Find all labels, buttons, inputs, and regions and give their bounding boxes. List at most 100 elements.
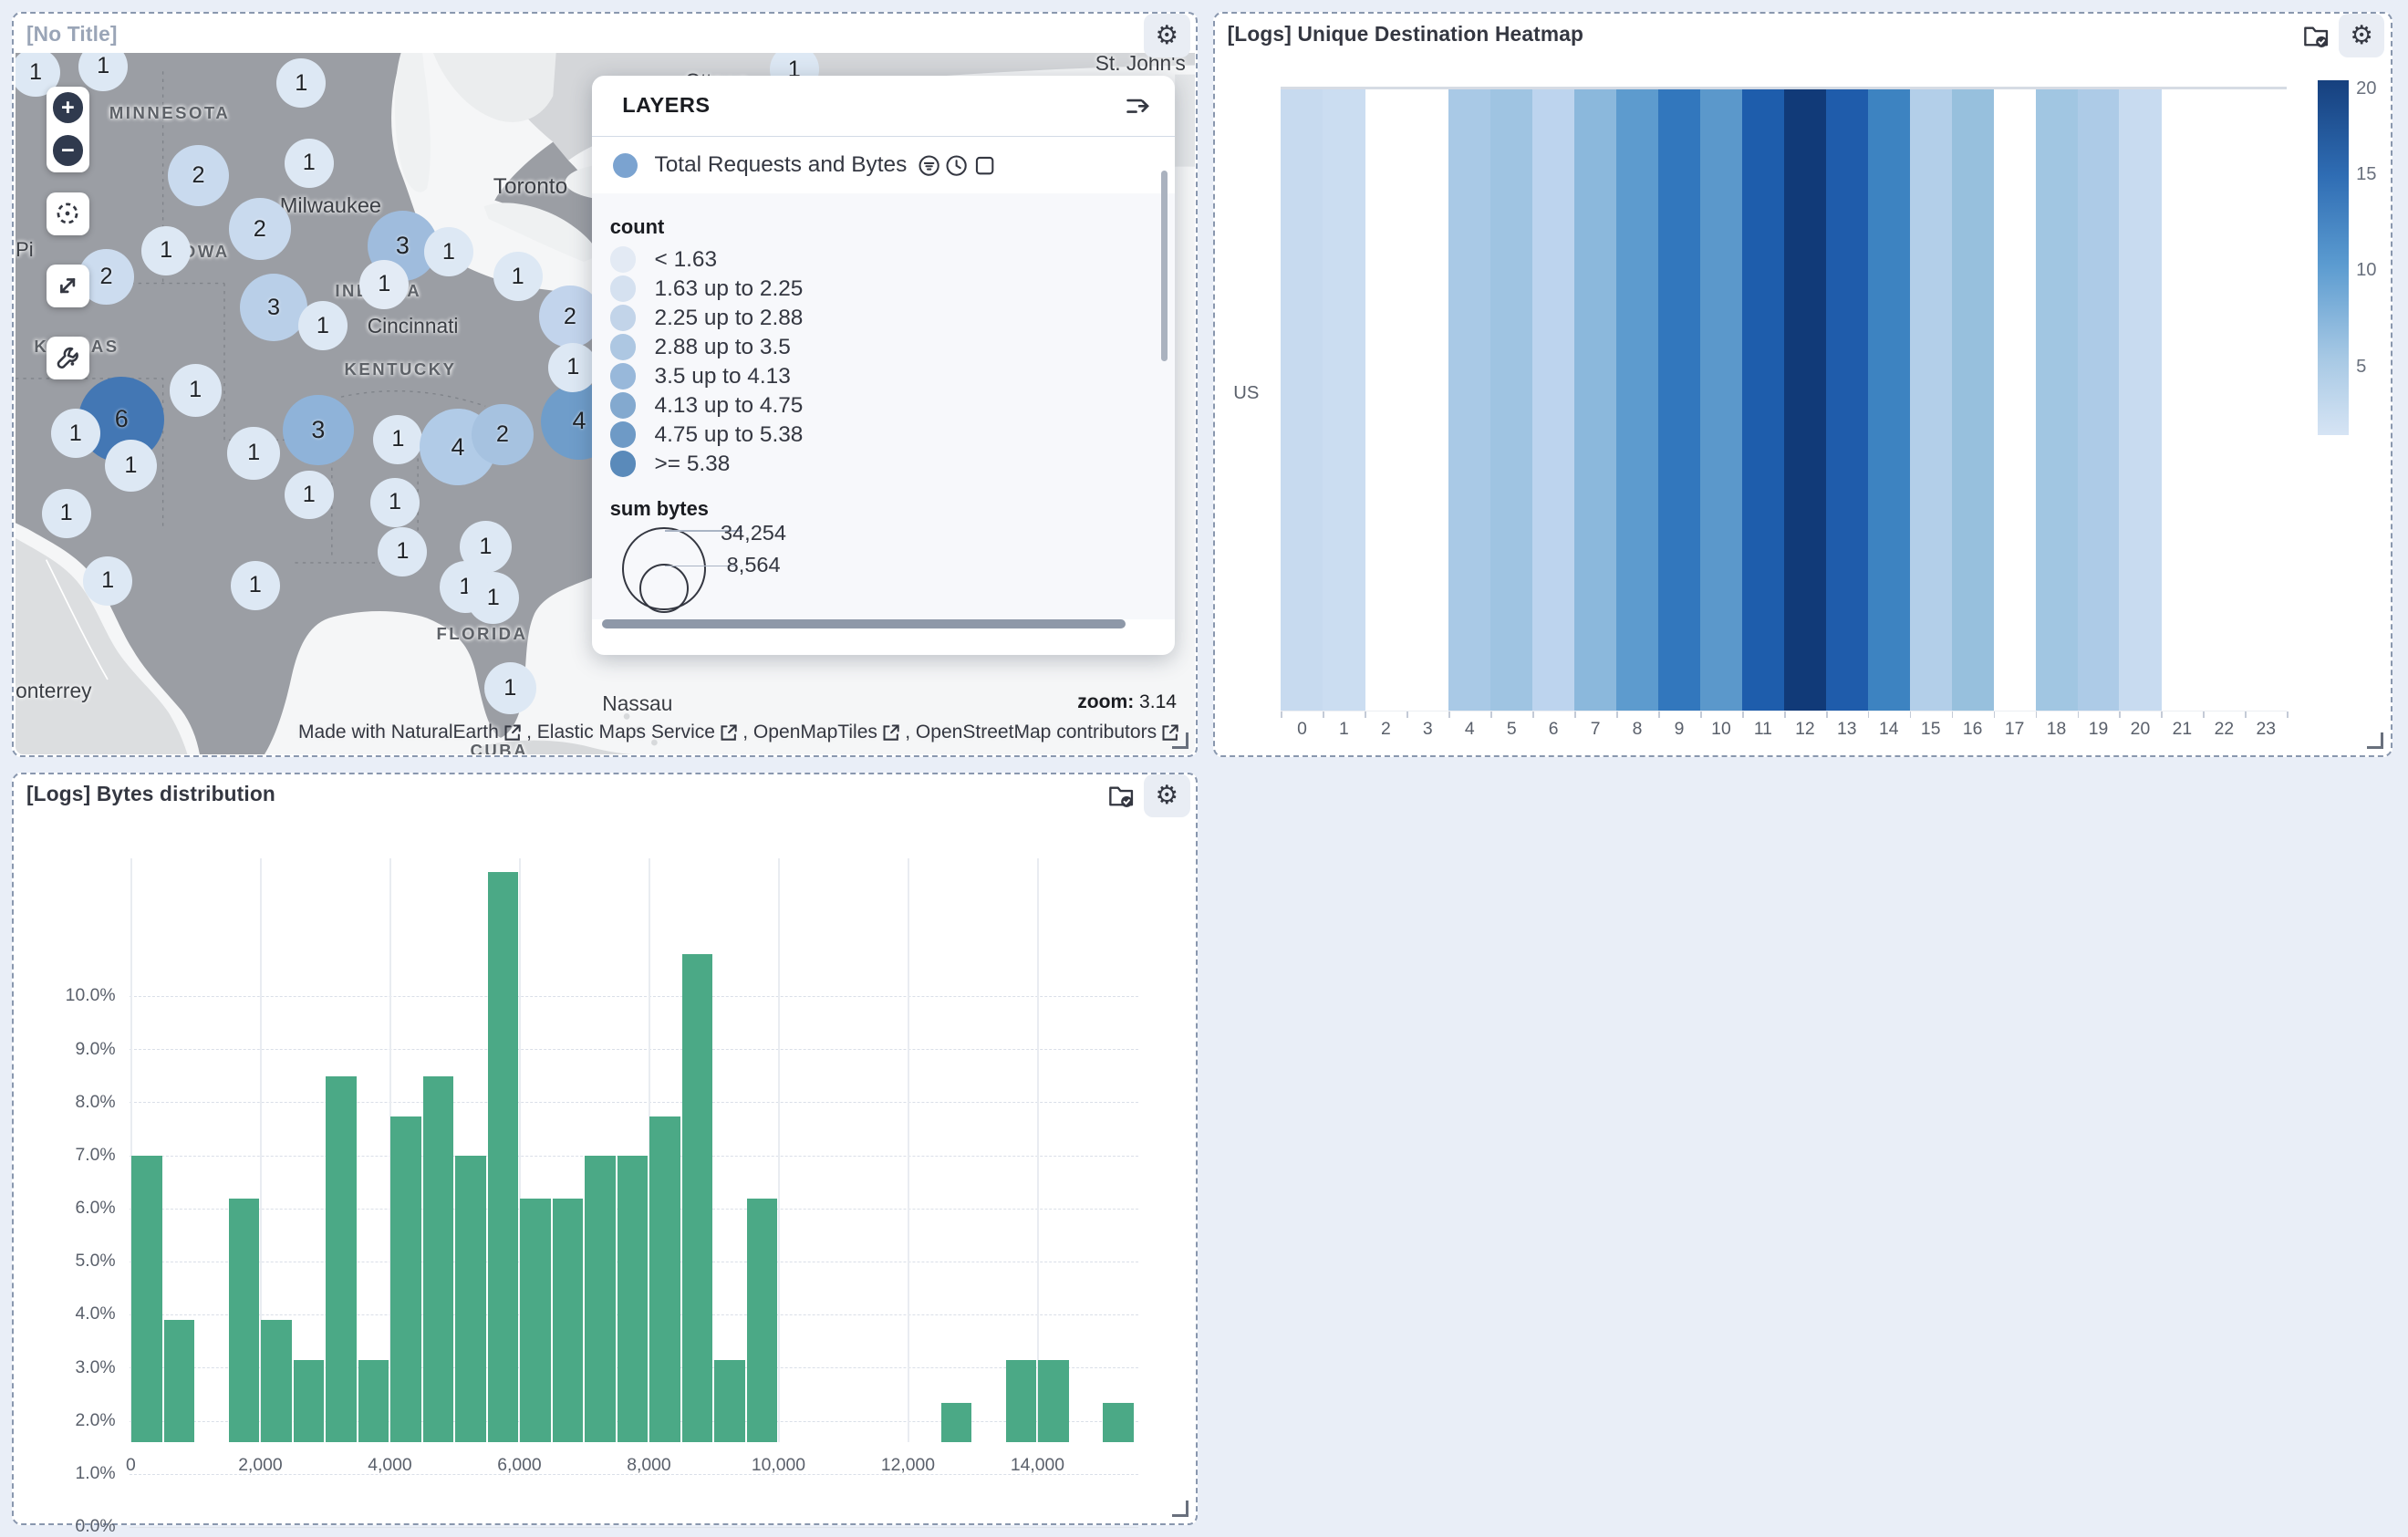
layer-visibility-checkbox[interactable] (973, 154, 996, 177)
map-cluster-bubble[interactable]: 1 (484, 662, 536, 714)
map-cluster-bubble[interactable]: 1 (359, 260, 409, 309)
layers-vertical-scrollbar[interactable] (1161, 171, 1168, 361)
map-attribution-link[interactable]: , OpenMapTiles (742, 722, 877, 743)
heatmap-cell[interactable] (1616, 89, 1659, 711)
map-cluster-bubble[interactable]: 1 (51, 409, 100, 458)
histogram-bar[interactable] (682, 954, 712, 1442)
histogram-bar[interactable] (747, 1199, 777, 1443)
heatmap-cell[interactable] (1868, 89, 1911, 711)
heatmap-cell[interactable] (1784, 89, 1827, 711)
heatmap-cell[interactable] (2119, 89, 2162, 711)
heatmap-cell[interactable] (1281, 89, 1323, 711)
histogram-bar[interactable] (553, 1199, 583, 1443)
map-cluster-bubble[interactable]: 3 (283, 395, 353, 465)
histogram-bar[interactable] (520, 1199, 550, 1443)
map-cluster-bubble[interactable]: 1 (231, 561, 280, 610)
histogram-bar[interactable] (229, 1199, 259, 1443)
bytes-histogram-plot[interactable] (130, 858, 1138, 1442)
histogram-bar[interactable] (1103, 1403, 1133, 1443)
histogram-bar[interactable] (390, 1116, 420, 1443)
heatmap-x-label: 23 (2245, 719, 2287, 740)
histogram-bar[interactable] (423, 1076, 453, 1442)
gear-icon: ⚙ (1155, 23, 1178, 49)
heatmap-axis-tick (2287, 711, 2289, 718)
map-cluster-bubble[interactable]: 2 (168, 145, 229, 206)
map-cluster-bubble[interactable]: 1 (424, 227, 473, 276)
map-cluster-bubble[interactable]: 3 (240, 274, 307, 341)
map-cluster-bubble[interactable]: 1 (276, 58, 326, 108)
heatmap-cell[interactable] (1952, 89, 1995, 711)
map-cluster-bubble[interactable]: 1 (467, 572, 519, 624)
heatmap-cell[interactable] (1323, 89, 1365, 711)
map-attribution-link[interactable]: , OpenStreetMap contributors (905, 722, 1157, 743)
histogram-bar[interactable] (294, 1360, 324, 1442)
histogram-bar[interactable] (585, 1156, 615, 1442)
histogram-bar[interactable] (131, 1156, 161, 1442)
map-attribution-link[interactable]: , Elastic Maps Service (526, 722, 715, 743)
histogram-bar[interactable] (1038, 1360, 1068, 1442)
map-zoom-in-button[interactable]: + (47, 87, 89, 130)
count-legend-row: 4.13 up to 4.75 (610, 391, 1176, 421)
layer-time-icon[interactable] (945, 154, 968, 177)
heatmap-x-label: 16 (1952, 719, 1994, 740)
heatmap-plot[interactable] (1281, 87, 2287, 711)
panel-resize-handle[interactable] (1172, 1501, 1188, 1517)
map-cluster-bubble[interactable]: 1 (141, 226, 191, 275)
panel-resize-handle[interactable] (1172, 732, 1188, 749)
heatmap-library-button[interactable] (2292, 14, 2339, 57)
heatmap-cell[interactable] (1742, 89, 1785, 711)
map-cluster-bubble[interactable]: 1 (493, 252, 543, 301)
bytes-settings-button[interactable]: ⚙ (1144, 774, 1190, 817)
map-cluster-bubble[interactable]: 1 (227, 427, 279, 479)
map-cluster-bubble[interactable]: 1 (285, 139, 334, 188)
heatmap-cell[interactable] (1490, 89, 1533, 711)
map-cluster-bubble[interactable]: 2 (472, 404, 533, 465)
histogram-bar[interactable] (1006, 1360, 1036, 1442)
map-cluster-bubble[interactable]: 1 (105, 440, 157, 492)
map-fit-to-data-button[interactable] (47, 265, 89, 307)
heatmap-cell[interactable] (1532, 89, 1575, 711)
histogram-bar[interactable] (358, 1360, 389, 1442)
map-cluster-bubble[interactable]: 1 (373, 415, 422, 464)
map-state-label: FLORIDA (436, 624, 527, 644)
map-cluster-bubble[interactable]: 1 (285, 471, 334, 520)
layer-filter-icon[interactable] (918, 154, 940, 177)
map-cluster-bubble[interactable]: 1 (378, 527, 427, 576)
map-cluster-bubble[interactable]: 1 (370, 478, 420, 527)
map-set-view-button[interactable] (47, 192, 89, 235)
heatmap-cell[interactable] (2036, 89, 2079, 711)
map-cluster-bubble[interactable]: 1 (42, 489, 91, 538)
heatmap-cell[interactable] (1826, 89, 1869, 711)
histogram-bar[interactable] (649, 1116, 680, 1443)
heatmap-cell[interactable] (1658, 89, 1701, 711)
map-cluster-bubble[interactable]: 1 (548, 343, 597, 392)
map-cluster-bubble[interactable]: 1 (170, 364, 222, 416)
heatmap-cell[interactable] (1574, 89, 1617, 711)
map-tools-button[interactable] (47, 337, 89, 379)
heatmap-cell[interactable] (1700, 89, 1743, 711)
heatmap-cell[interactable] (2078, 89, 2121, 711)
histogram-bar[interactable] (455, 1156, 485, 1442)
map-canvas[interactable]: MINNESOTAIOWAKANSASINDIANAKENTUCKYFLORID… (16, 53, 1195, 754)
histogram-bar[interactable] (488, 872, 518, 1442)
histogram-bar[interactable] (261, 1320, 291, 1442)
map-attribution-link[interactable]: Made with NaturalEarth (298, 722, 499, 743)
heatmap-cell[interactable] (1448, 89, 1491, 711)
map-cluster-bubble[interactable]: 2 (229, 198, 290, 259)
histogram-bar[interactable] (618, 1156, 648, 1442)
panel-resize-handle[interactable] (2367, 732, 2383, 749)
histogram-bar[interactable] (164, 1320, 194, 1442)
histogram-bar[interactable] (941, 1403, 971, 1443)
histogram-bar[interactable] (326, 1076, 356, 1442)
collapse-layers-button[interactable] (1125, 93, 1151, 119)
heatmap-settings-button[interactable]: ⚙ (2339, 14, 2385, 57)
heatmap-cell[interactable] (1910, 89, 1953, 711)
layer-row[interactable]: Total Requests and Bytes (592, 137, 1176, 193)
histogram-bar[interactable] (714, 1360, 744, 1442)
map-cluster-bubble[interactable]: 1 (298, 301, 348, 350)
map-cluster-bubble[interactable]: 1 (83, 556, 132, 606)
map-panel-settings-button[interactable]: ⚙ (1144, 14, 1190, 57)
layers-horizontal-scrollbar[interactable] (602, 619, 1126, 628)
bytes-library-button[interactable] (1098, 774, 1145, 817)
map-zoom-out-button[interactable]: − (47, 130, 89, 172)
